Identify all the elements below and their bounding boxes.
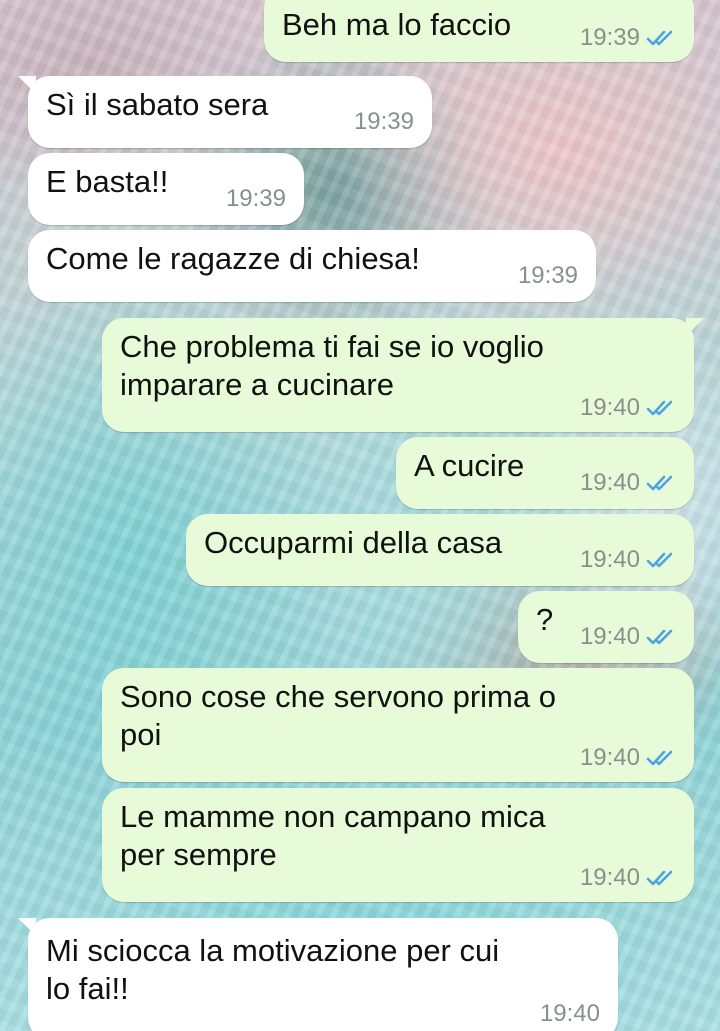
message-text: E basta!! [46, 164, 169, 199]
message-meta: 19:40 [580, 864, 676, 892]
message-bubble-incoming[interactable]: Mi sciocca la motivazione per cui lo fai… [18, 918, 618, 1031]
double-check-icon [646, 551, 676, 569]
message-bubble-incoming[interactable]: Come le ragazze di chiesa! 19:39 [28, 230, 596, 302]
double-check-icon [646, 29, 676, 47]
message-bubble-outgoing[interactable]: Sono cose che servono prima o poi 19:40 [102, 668, 694, 782]
message-meta: 19:40 [580, 394, 676, 422]
double-check-icon [646, 399, 676, 417]
message-text: Mi sciocca la motivazione per cui lo fai… [46, 933, 500, 1006]
message-bubble-outgoing[interactable]: Occuparmi della casa 19:40 [186, 514, 694, 586]
chat-conversation: Beh ma lo faccio 19:39 Sì il sabato sera… [0, 0, 720, 1031]
message-time: 19:40 [579, 623, 640, 650]
message-text: ? [536, 602, 554, 637]
message-text: Occuparmi della casa [204, 525, 503, 560]
message-time: 19:40 [579, 394, 640, 421]
message-time: 19:40 [579, 546, 640, 573]
message-bubble-outgoing[interactable]: ? 19:40 [518, 591, 694, 663]
message-text: Che problema ti fai se io voglio imparar… [120, 329, 544, 402]
message-time: 19:40 [579, 469, 640, 496]
message-meta: 19:40 [580, 546, 676, 574]
bubble-tail [686, 318, 704, 336]
message-meta: 19:40 [540, 1000, 600, 1028]
message-text: Sì il sabato sera [46, 87, 269, 122]
message-bubble-outgoing[interactable]: Beh ma lo faccio 19:39 [264, 0, 694, 62]
message-bubble-outgoing[interactable]: Che problema ti fai se io voglio imparar… [102, 318, 704, 432]
message-meta: 19:39 [354, 108, 414, 136]
message-time: 19:39 [517, 262, 578, 289]
message-bubble-incoming[interactable]: Sì il sabato sera 19:39 [18, 76, 432, 148]
message-meta: 19:39 [580, 24, 676, 52]
message-meta: 19:39 [226, 185, 286, 213]
message-bubble-outgoing[interactable]: A cucire 19:40 [396, 437, 694, 509]
bubble-tail [18, 76, 36, 94]
message-meta: 19:39 [518, 262, 578, 290]
double-check-icon [646, 749, 676, 767]
double-check-icon [646, 628, 676, 646]
message-meta: 19:40 [580, 623, 676, 651]
bubble-tail [18, 918, 36, 936]
message-meta: 19:40 [580, 469, 676, 497]
message-time: 19:40 [579, 744, 640, 771]
message-text: Sono cose che servono prima o poi [120, 679, 556, 752]
message-time: 19:40 [579, 864, 640, 891]
message-text: A cucire [414, 448, 525, 483]
double-check-icon [646, 474, 676, 492]
message-bubble-outgoing[interactable]: Le mamme non campano mica per sempre 19:… [102, 788, 694, 902]
message-time: 19:39 [353, 108, 414, 135]
double-check-icon [646, 869, 676, 887]
message-text: Le mamme non campano mica per sempre [120, 799, 546, 872]
message-text: Come le ragazze di chiesa! [46, 241, 420, 276]
message-time: 19:39 [579, 24, 640, 51]
message-text: Beh ma lo faccio [282, 7, 512, 42]
message-time: 19:40 [539, 1000, 600, 1027]
message-bubble-incoming[interactable]: E basta!! 19:39 [28, 153, 304, 225]
message-time: 19:39 [225, 185, 286, 212]
message-meta: 19:40 [580, 744, 676, 772]
